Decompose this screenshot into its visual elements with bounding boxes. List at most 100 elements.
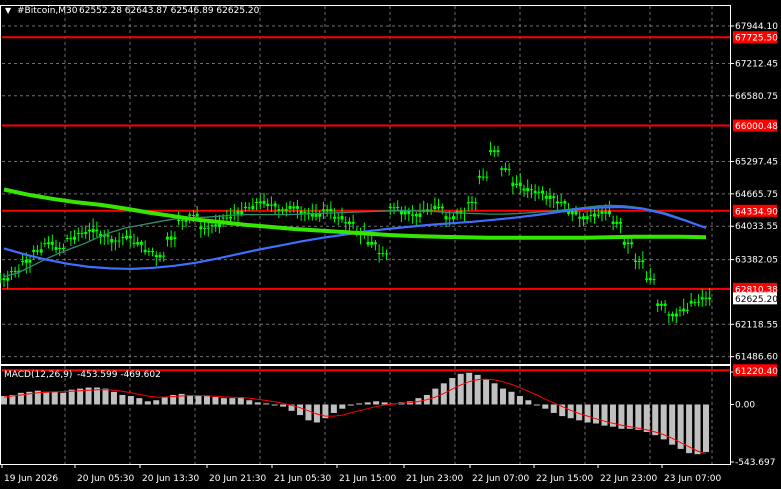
macd-bar [212,397,219,405]
candle-body [689,300,693,304]
candle-body [61,247,65,249]
candle-body [154,255,158,258]
candle-body [321,209,325,211]
macd-bar [703,404,709,453]
candle-body [284,209,288,211]
candle-body [173,237,177,240]
candle-body [381,253,385,255]
candle-body [403,210,407,215]
macd-bar [542,404,549,409]
candle-body [325,209,329,211]
symbol-title: #Bitcoin,M30 [17,6,78,16]
time-tick-label: 22 Jun 23:00 [600,474,657,484]
candle-body [125,235,129,239]
candle-body [243,206,247,209]
candle-body [24,259,28,263]
candle-body [210,225,214,227]
macd-histogram [1,372,709,455]
candle-body [13,270,17,273]
candle-body [552,196,556,199]
time-tick-label: 21 Jun 15:00 [339,474,396,484]
candle-body [177,219,181,222]
candle-body [451,216,455,220]
macd-bar [161,397,168,405]
candle-body [106,234,110,237]
candle-body [188,214,192,216]
candle-body [388,206,392,209]
level-label: 66000.48 [735,122,778,132]
horizontal-levels[interactable] [2,36,730,372]
macd-bar [533,404,540,406]
macd-bar [381,402,388,405]
candle-body [656,303,660,307]
candle-body [73,236,77,240]
macd-bar [187,394,194,405]
candle-body [503,168,507,170]
candle-body [581,216,585,220]
candle-body [637,261,641,263]
candle-body [251,205,255,210]
header-arrow-icon[interactable]: ▼ [5,6,12,15]
level-label: 64334.90 [735,207,778,217]
candle-body [411,214,415,216]
candle-body [191,214,195,216]
candle-body [28,259,32,263]
candle-body [277,209,281,211]
candle-body [448,217,452,219]
candle-body [515,183,519,186]
candle-body [54,247,58,250]
macd-bar [508,391,515,405]
candle-body [373,242,377,245]
candle-body [619,221,623,224]
time-tick-label: 19 Jun 2026 [4,474,58,484]
candle-body [258,201,262,204]
candle-body [559,201,563,203]
candle-body [671,313,675,317]
candle-body [429,209,433,211]
candle-body [474,202,478,204]
candle-body [6,277,10,281]
macd-bar [500,388,507,405]
candle-body [611,221,615,224]
candle-body [593,213,597,217]
candle-body [336,217,340,219]
time-tick-label: 20 Jun 05:30 [77,474,134,484]
macd-bar [110,391,117,405]
candle-body [682,308,686,312]
candle-body [477,175,481,178]
macd-bar [516,396,523,405]
candle-body [708,297,712,300]
macd-bar [356,403,363,405]
candle-body [80,232,84,234]
macd-bar [584,404,591,423]
candle-body [162,255,166,257]
macd-bar [153,400,160,405]
candle-body [399,210,403,215]
candle-body [139,241,143,245]
macd-bar [449,378,456,405]
macd-bar [364,402,371,405]
candle-body [700,297,704,300]
candle-body [269,204,273,206]
candle-body [596,214,600,216]
candle-body [626,242,630,244]
candle-body [203,227,207,229]
macd-bar [652,404,659,436]
macd-bar [263,403,270,405]
candle-body [659,303,663,306]
candle-body [574,210,578,215]
candle-body [95,229,99,232]
candle-body [21,261,25,263]
candle-body [489,150,493,153]
candle-body [47,242,51,245]
candle-body [87,229,91,232]
macd-bar [297,404,304,416]
candle-body [292,206,296,209]
candle-body [236,210,240,215]
candle-body [165,236,169,240]
candle-body [685,309,689,311]
trading-chart[interactable]: 67944.10 67212.45 66580.75 65297.45 64665.75… [0,0,781,489]
macd-bar [525,400,532,405]
candle-body [366,242,370,245]
candle-body [511,182,515,187]
